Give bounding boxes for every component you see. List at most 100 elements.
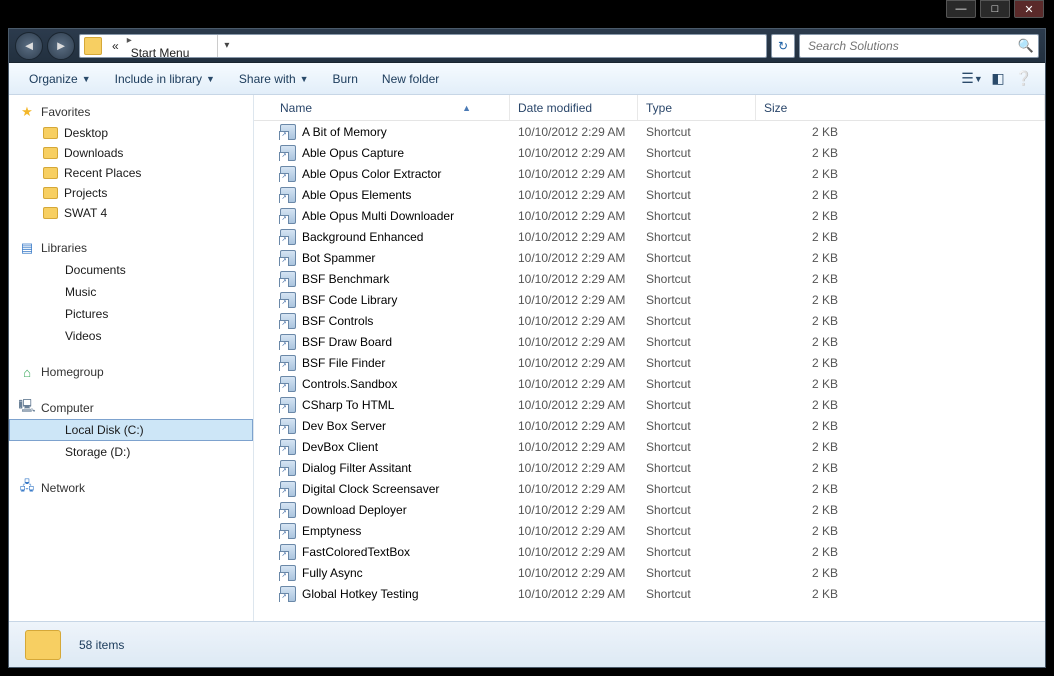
shortcut-icon: [280, 124, 296, 140]
file-type: Shortcut: [638, 167, 756, 181]
file-type: Shortcut: [638, 503, 756, 517]
nav-item[interactable]: Documents: [9, 259, 253, 281]
column-date[interactable]: Date modified: [510, 95, 638, 120]
back-button[interactable]: ◄: [15, 32, 43, 60]
file-name: Fully Async: [302, 566, 363, 580]
file-row[interactable]: Fully Async10/10/2012 2:29 AMShortcut2 K…: [254, 562, 1045, 583]
file-name: CSharp To HTML: [302, 398, 394, 412]
file-type: Shortcut: [638, 356, 756, 370]
breadcrumb-item[interactable]: Start Menu: [125, 46, 218, 58]
file-row[interactable]: Able Opus Elements10/10/2012 2:29 AMShor…: [254, 184, 1045, 205]
file-size: 2 KB: [756, 125, 846, 139]
file-name: Dialog Filter Assitant: [302, 461, 411, 475]
column-name[interactable]: Name▲: [272, 95, 510, 120]
maximize-button[interactable]: □: [980, 0, 1010, 18]
file-row[interactable]: Dev Box Server10/10/2012 2:29 AMShortcut…: [254, 415, 1045, 436]
share-with-button[interactable]: Share with▼: [229, 68, 319, 90]
nav-item[interactable]: Pictures: [9, 303, 253, 325]
refresh-button[interactable]: ↻: [771, 34, 795, 58]
file-size: 2 KB: [756, 230, 846, 244]
search-icon[interactable]: 🔍: [1014, 38, 1038, 54]
file-type: Shortcut: [638, 482, 756, 496]
forward-button[interactable]: ►: [47, 32, 75, 60]
preview-pane-button[interactable]: ◧: [987, 69, 1009, 89]
file-row[interactable]: BSF Benchmark10/10/2012 2:29 AMShortcut2…: [254, 268, 1045, 289]
file-size: 2 KB: [756, 167, 846, 181]
nav-item-label: Music: [65, 285, 96, 299]
status-folder-icon: [25, 630, 61, 660]
file-row[interactable]: Dialog Filter Assitant10/10/2012 2:29 AM…: [254, 457, 1045, 478]
file-row[interactable]: A Bit of Memory10/10/2012 2:29 AMShortcu…: [254, 121, 1045, 142]
file-size: 2 KB: [756, 146, 846, 160]
computer-icon: 🖳: [19, 400, 35, 416]
minimize-button[interactable]: —: [946, 0, 976, 18]
breadcrumb[interactable]: « AppData▸Roaming▸Microsoft▸Windows▸Star…: [79, 34, 767, 58]
file-row[interactable]: Able Opus Capture10/10/2012 2:29 AMShort…: [254, 142, 1045, 163]
close-button[interactable]: ✕: [1014, 0, 1044, 18]
include-library-button[interactable]: Include in library▼: [105, 68, 225, 90]
nav-item[interactable]: Projects: [9, 183, 253, 203]
file-type: Shortcut: [638, 314, 756, 328]
file-row[interactable]: Download Deployer10/10/2012 2:29 AMShort…: [254, 499, 1045, 520]
file-name: Global Hotkey Testing: [302, 587, 419, 601]
nav-item[interactable]: Music: [9, 281, 253, 303]
nav-homegroup[interactable]: ⌂Homegroup: [9, 361, 253, 383]
column-size[interactable]: Size: [756, 95, 1045, 120]
new-folder-button[interactable]: New folder: [372, 68, 449, 90]
file-row[interactable]: Digital Clock Screensaver10/10/2012 2:29…: [254, 478, 1045, 499]
nav-network[interactable]: 🖧Network: [9, 477, 253, 499]
file-row[interactable]: DevBox Client10/10/2012 2:29 AMShortcut2…: [254, 436, 1045, 457]
file-row[interactable]: CSharp To HTML10/10/2012 2:29 AMShortcut…: [254, 394, 1045, 415]
nav-item[interactable]: SWAT 4: [9, 203, 253, 223]
file-row[interactable]: BSF Draw Board10/10/2012 2:29 AMShortcut…: [254, 331, 1045, 352]
status-bar: 58 items: [9, 621, 1045, 667]
file-list[interactable]: A Bit of Memory10/10/2012 2:29 AMShortcu…: [254, 121, 1045, 621]
file-type: Shortcut: [638, 209, 756, 223]
lib-icon: [43, 328, 59, 344]
column-type[interactable]: Type: [638, 95, 756, 120]
search-input[interactable]: [800, 39, 1014, 53]
file-row[interactable]: Able Opus Color Extractor10/10/2012 2:29…: [254, 163, 1045, 184]
nav-libraries[interactable]: ▤Libraries: [9, 237, 253, 259]
file-type: Shortcut: [638, 398, 756, 412]
file-row[interactable]: Background Enhanced10/10/2012 2:29 AMSho…: [254, 226, 1045, 247]
help-button[interactable]: ❔: [1013, 69, 1035, 89]
view-options-button[interactable]: ☰▼: [961, 69, 983, 89]
nav-item[interactable]: Downloads: [9, 143, 253, 163]
shortcut-icon: [280, 355, 296, 371]
nav-favorites[interactable]: ★Favorites: [9, 101, 253, 123]
burn-button[interactable]: Burn: [323, 68, 368, 90]
file-row[interactable]: BSF File Finder10/10/2012 2:29 AMShortcu…: [254, 352, 1045, 373]
nav-item[interactable]: Storage (D:): [9, 441, 253, 463]
folder-icon: [84, 37, 102, 55]
file-name: BSF Draw Board: [302, 335, 392, 349]
file-name: Able Opus Multi Downloader: [302, 209, 454, 223]
breadcrumb-overflow[interactable]: «: [106, 35, 125, 57]
chevron-right-icon[interactable]: ▸: [125, 35, 134, 46]
column-headers: Name▲ Date modified Type Size: [254, 95, 1045, 121]
file-type: Shortcut: [638, 188, 756, 202]
file-row[interactable]: BSF Controls10/10/2012 2:29 AMShortcut2 …: [254, 310, 1045, 331]
file-row[interactable]: Controls.Sandbox10/10/2012 2:29 AMShortc…: [254, 373, 1045, 394]
organize-button[interactable]: Organize▼: [19, 68, 101, 90]
navigation-pane[interactable]: ★Favorites DesktopDownloadsRecent Places…: [9, 95, 254, 621]
nav-item[interactable]: Local Disk (C:): [9, 419, 253, 441]
address-row: ◄ ► « AppData▸Roaming▸Microsoft▸Windows▸…: [9, 29, 1045, 63]
file-size: 2 KB: [756, 461, 846, 475]
nav-item[interactable]: Videos: [9, 325, 253, 347]
shortcut-icon: [280, 460, 296, 476]
nav-item[interactable]: Recent Places: [9, 163, 253, 183]
nav-computer[interactable]: 🖳Computer: [9, 397, 253, 419]
file-row[interactable]: Global Hotkey Testing10/10/2012 2:29 AMS…: [254, 583, 1045, 604]
file-date: 10/10/2012 2:29 AM: [510, 419, 638, 433]
file-row[interactable]: Emptyness10/10/2012 2:29 AMShortcut2 KB: [254, 520, 1045, 541]
nav-item[interactable]: Desktop: [9, 123, 253, 143]
file-row[interactable]: Bot Spammer10/10/2012 2:29 AMShortcut2 K…: [254, 247, 1045, 268]
search-box[interactable]: 🔍: [799, 34, 1039, 58]
file-row[interactable]: FastColoredTextBox10/10/2012 2:29 AMShor…: [254, 541, 1045, 562]
explorer-window: ◄ ► « AppData▸Roaming▸Microsoft▸Windows▸…: [8, 28, 1046, 668]
breadcrumb-drop[interactable]: ▾: [217, 35, 235, 57]
file-row[interactable]: BSF Code Library10/10/2012 2:29 AMShortc…: [254, 289, 1045, 310]
file-row[interactable]: Able Opus Multi Downloader10/10/2012 2:2…: [254, 205, 1045, 226]
file-date: 10/10/2012 2:29 AM: [510, 356, 638, 370]
